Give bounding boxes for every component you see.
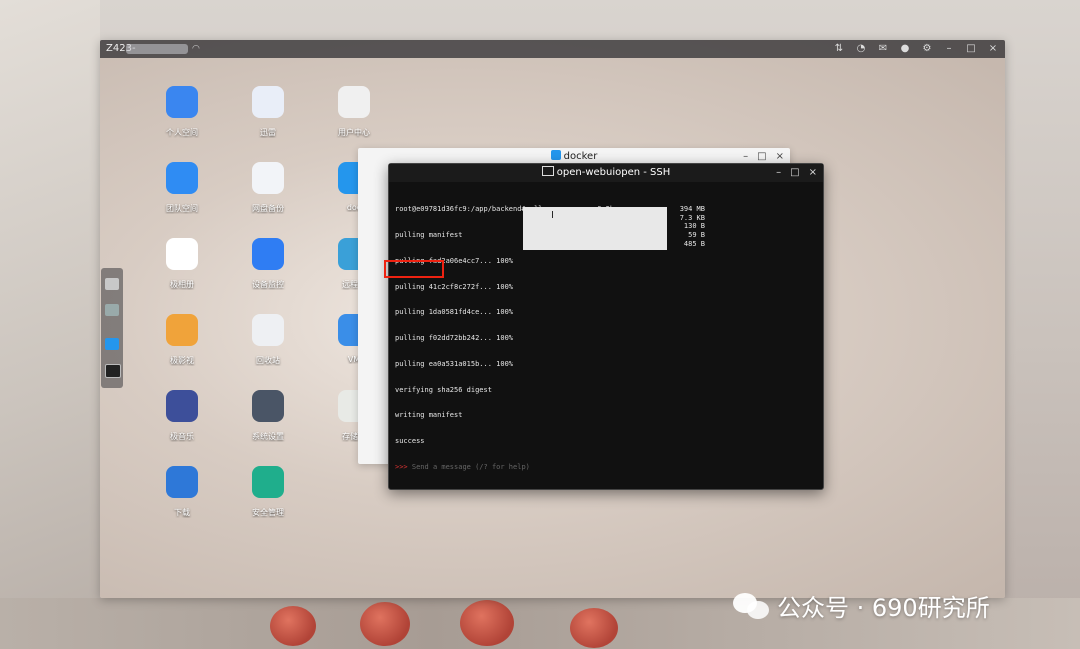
desktop-app-folder[interactable]: 个人空间 <box>142 86 222 138</box>
desktop-app-label: 用户中心 <box>338 128 370 137</box>
wifi-icon: ◠ <box>192 44 200 54</box>
monitor-chart-icon <box>252 238 284 270</box>
desktop-app-label: 设备监控 <box>252 280 284 289</box>
text-cursor-icon: I <box>551 210 554 221</box>
terminal-line-success: success <box>395 437 425 446</box>
minimize-icon[interactable]: – <box>943 40 955 58</box>
redacted-name <box>126 44 188 54</box>
desktop-app-monitor-chart[interactable]: 设备监控 <box>228 238 308 290</box>
message-icon[interactable]: ✉ <box>877 40 889 58</box>
prompt-hint: Send a message (/? for help) <box>411 463 530 471</box>
ssh-minimize-icon[interactable]: – <box>776 164 781 182</box>
music-icon <box>166 390 198 422</box>
terminal-icon <box>541 166 554 176</box>
desktop-app-label: 网盘备份 <box>252 204 284 213</box>
ssh-window-title: open-webuiopen - SSH <box>556 167 671 178</box>
terminal-line: pulling ea0a531a015b... 100% <box>395 359 514 368</box>
progress-area-overlay <box>523 207 667 250</box>
user-icon[interactable]: ● <box>899 40 911 58</box>
trash-icon <box>252 314 284 346</box>
photos-icon <box>166 238 198 270</box>
size-value <box>671 188 705 197</box>
dashboard-icon[interactable]: ◔ <box>855 40 867 58</box>
terminal-line: writing manifest <box>395 411 463 420</box>
dock-tray-icon[interactable] <box>105 278 119 290</box>
size-value <box>671 197 705 206</box>
size-value: 7.3 KB <box>679 213 705 222</box>
side-dock <box>101 268 123 388</box>
desktop-app-label: 安全管理 <box>252 508 284 517</box>
docker-icon <box>550 150 561 160</box>
ssh-terminal-window[interactable]: open-webuiopen - SSH – □ × root@e09781d3… <box>388 163 824 490</box>
shield-plus-icon <box>252 466 284 498</box>
desktop-app-settings[interactable]: 系统设置 <box>228 390 308 442</box>
size-value: 485 B <box>683 239 705 248</box>
terminal-line: pulling 1da0581fd4ce... 100% <box>395 308 514 317</box>
desktop-app-label: 团队空间 <box>166 204 198 213</box>
desktop-app-label: 回收站 <box>256 356 280 365</box>
close-icon[interactable]: × <box>987 40 999 58</box>
desktop-app-label: 极相册 <box>170 280 194 289</box>
success-highlight-box <box>384 260 444 278</box>
desktop-app-shield-plus[interactable]: 安全管理 <box>228 466 308 518</box>
size-value: 394 MB <box>679 205 705 214</box>
desktop-app-label: 极影视 <box>170 356 194 365</box>
dock-grid-icon[interactable] <box>105 304 119 316</box>
settings-gear-icon[interactable]: ⚙ <box>921 40 933 58</box>
terminal-line: verifying sha256 digest <box>395 385 492 394</box>
team-folder-icon <box>166 162 198 194</box>
desktop-app-label: 个人空间 <box>166 128 198 137</box>
user-avatar-icon <box>338 86 370 118</box>
terminal-line: pulling f02dd72bb242... 100% <box>395 334 514 343</box>
transfer-icon[interactable]: ⇅ <box>833 40 845 58</box>
wechat-icon <box>733 591 771 621</box>
ssh-window-header: open-webuiopen - SSH – □ × <box>389 164 823 182</box>
size-value: 59 B <box>688 230 705 239</box>
nas-topbar: Z423- ◠ ⇅ ◔ ✉ ● ⚙ – □ × <box>100 40 1005 58</box>
settings-icon <box>252 390 284 422</box>
wechat-watermark: 公众号 · 690研究所 <box>733 588 990 623</box>
download-icon <box>166 466 198 498</box>
ssh-maximize-icon[interactable]: □ <box>790 164 799 182</box>
terminal-prompt-line[interactable]: >>> Send a message (/? for help) <box>395 463 614 472</box>
desktop-app-download[interactable]: 下载 <box>142 466 222 518</box>
desktop-app-music[interactable]: 极音乐 <box>142 390 222 442</box>
thunder-icon <box>252 86 284 118</box>
watermark-text: 公众号 · 690研究所 <box>777 594 990 622</box>
folder-icon <box>166 86 198 118</box>
desktop-app-label: 下载 <box>174 508 190 517</box>
download-sizes: 394 MB 7.3 KB 130 B 59 B 485 B <box>671 188 705 248</box>
terminal-line: pulling 41c2cf8c272f... 100% <box>395 282 514 291</box>
dock-docker-icon[interactable] <box>105 338 119 350</box>
prompt-symbol: >>> <box>395 463 408 471</box>
desktop-app-trash[interactable]: 回收站 <box>228 314 308 366</box>
desktop-app-photos[interactable]: 极相册 <box>142 238 222 290</box>
maximize-icon[interactable]: □ <box>965 40 977 58</box>
docker-window-title: docker <box>563 151 598 162</box>
desktop-app-label: 系统设置 <box>252 432 284 441</box>
desktop-app-video[interactable]: 极影视 <box>142 314 222 366</box>
desktop-app-label: 迅雷 <box>260 128 276 137</box>
desktop-app-cloud-backup[interactable]: 网盘备份 <box>228 162 308 214</box>
desktop-app-user-avatar[interactable]: 用户中心 <box>314 86 394 138</box>
desktop-app-thunder[interactable]: 迅雷 <box>228 86 308 138</box>
desktop-app-team-folder[interactable]: 团队空间 <box>142 162 222 214</box>
ssh-close-icon[interactable]: × <box>809 164 817 182</box>
video-icon <box>166 314 198 346</box>
dock-terminal-icon[interactable] <box>105 364 121 378</box>
desktop-background-left <box>0 0 100 649</box>
desktop-app-label: 极音乐 <box>170 432 194 441</box>
size-value: 130 B <box>683 222 705 231</box>
cloud-backup-icon <box>252 162 284 194</box>
